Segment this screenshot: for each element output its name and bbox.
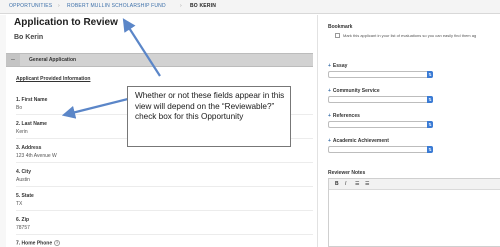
evaluation-panel: Bookmark Mark this applicant in your lis… (317, 15, 500, 247)
chevron-down-icon: ⇅ (427, 121, 433, 128)
bookmark-description: Mark this applicant in your list of eval… (343, 33, 477, 38)
italic-button[interactable]: I (345, 181, 346, 187)
divider (16, 186, 313, 187)
plus-icon: + (328, 138, 331, 144)
criterion-label-text: Essay (332, 63, 348, 69)
field-value-address: 123 4th Avenue W (16, 153, 57, 159)
field-value-state: TX (16, 201, 23, 207)
plus-icon: + (328, 63, 331, 69)
field-label-home-phone-text: 7. Home Phone (16, 240, 53, 247)
section-title: General Application (29, 57, 77, 63)
essay-score-select[interactable]: ⇅ (328, 71, 433, 78)
plus-icon: + (328, 88, 331, 94)
chevron-down-icon: ⇅ (427, 146, 433, 153)
breadcrumb-current: BO KERIN (190, 3, 217, 9)
field-label-last-name: 2. Last Name (16, 121, 47, 127)
annotation-callout: Whether or not these fields appear in th… (127, 86, 291, 147)
criterion-label-references: + References (328, 113, 360, 119)
bookmark-checkbox[interactable] (335, 33, 340, 38)
field-value-last-name: Kerin (16, 129, 28, 135)
field-value-first-name: Bo (16, 105, 23, 111)
breadcrumb: OPPORTUNITIES › ROBERT MULLIN SCHOLARSHI… (0, 0, 500, 14)
criterion-label-text: References (332, 113, 360, 119)
breadcrumb-separator: › (180, 3, 182, 9)
field-label-city: 4. City (16, 169, 32, 175)
field-label-first-name: 1. First Name (16, 97, 48, 103)
field-value-city: Austin (16, 177, 30, 183)
plus-icon: + (328, 113, 331, 119)
bookmark-title: Bookmark (328, 24, 353, 30)
field-label-home-phone: 7. Home Phone? (16, 240, 61, 247)
criterion-label-essay: + Essay (328, 63, 347, 69)
academic-achievement-score-select[interactable]: ⇅ (328, 146, 433, 153)
section-general-application[interactable]: – General Application (6, 53, 313, 67)
criterion-label-text: Community Service (332, 88, 380, 94)
references-score-select[interactable]: ⇅ (328, 121, 433, 128)
reviewer-notes-title: Reviewer Notes (328, 170, 366, 176)
divider (16, 234, 313, 235)
criterion-label-academic-achievement: + Academic Achievement (328, 138, 389, 144)
field-value-zip: 78757 (16, 225, 30, 231)
page-title: Application to Review (14, 17, 118, 28)
bold-button[interactable]: B (335, 181, 339, 187)
criterion-label-text: Academic Achievement (332, 138, 389, 144)
field-label-state: 5. State (16, 193, 34, 199)
divider (16, 210, 313, 211)
breadcrumb-scholarship-fund[interactable]: ROBERT MULLIN SCHOLARSHIP FUND (67, 3, 166, 9)
bullet-list-button[interactable]: ☰ (355, 181, 359, 187)
chevron-down-icon: ⇅ (427, 96, 433, 103)
community-service-score-select[interactable]: ⇅ (328, 96, 433, 103)
chevron-down-icon: ⇅ (427, 71, 433, 78)
field-label-zip: 6. Zip (16, 217, 30, 223)
applicant-name: Bo Kerin (14, 34, 44, 41)
divider (16, 162, 313, 163)
collapse-icon[interactable]: – (6, 54, 20, 66)
help-icon[interactable]: ? (54, 240, 61, 246)
breadcrumb-opportunities[interactable]: OPPORTUNITIES (9, 3, 52, 9)
breadcrumb-separator: › (58, 3, 60, 9)
subsection-title: Applicant Provided Information (16, 76, 91, 82)
criterion-label-community-service: + Community Service (328, 88, 380, 94)
reviewer-notes-editor[interactable]: B I ☰ ☰ (328, 178, 500, 247)
field-label-address: 3. Address (16, 145, 42, 151)
callout-text: Whether or not these fields appear in th… (135, 91, 285, 121)
numbered-list-button[interactable]: ☰ (365, 181, 369, 187)
editor-toolbar: B I ☰ ☰ (329, 179, 500, 190)
